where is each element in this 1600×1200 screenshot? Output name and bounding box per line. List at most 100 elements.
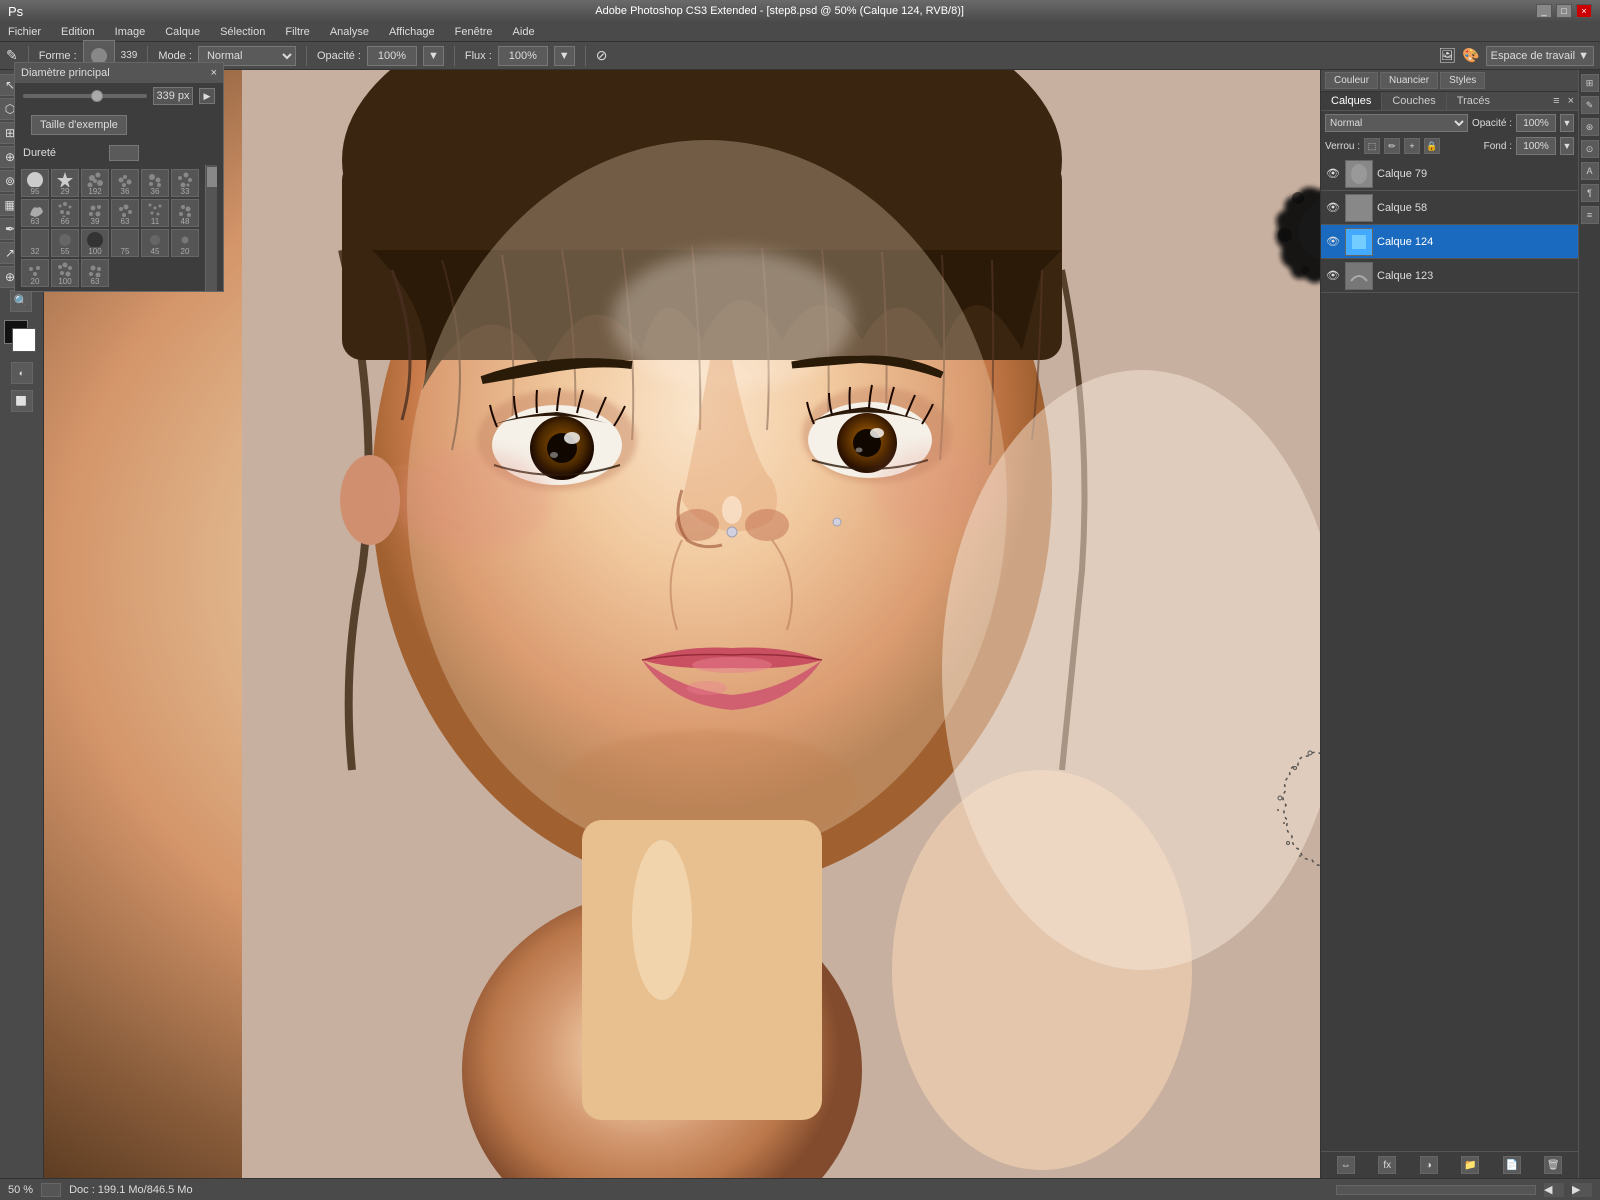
brush-scroll[interactable] xyxy=(205,165,217,291)
right-tool-4[interactable]: ⊙ xyxy=(1581,140,1599,158)
menu-aide[interactable]: Aide xyxy=(509,24,539,40)
brush-item-1[interactable]: 29 xyxy=(51,169,79,197)
brush-item-20[interactable]: 63 xyxy=(81,259,109,287)
right-tool-6[interactable]: ¶ xyxy=(1581,184,1599,202)
tab-calques[interactable]: Calques xyxy=(1321,92,1382,110)
opacite-input[interactable] xyxy=(367,46,417,66)
brush-item-7[interactable]: 66 xyxy=(51,199,79,227)
flux-input[interactable] xyxy=(498,46,548,66)
fond-input[interactable] xyxy=(1516,137,1556,155)
tab-couches[interactable]: Couches xyxy=(1382,92,1446,110)
lock-position-btn[interactable]: + xyxy=(1404,138,1420,154)
workspace-btn[interactable]: Espace de travail ▼ xyxy=(1486,46,1594,66)
brush-item-3[interactable]: 36 xyxy=(111,169,139,197)
screen-mode-btn[interactable]: ⬜ xyxy=(11,390,33,412)
layer-row-79[interactable]: 👁 Calque 79 xyxy=(1321,157,1578,191)
couleur-tab[interactable]: Couleur xyxy=(1325,72,1378,89)
opacity-arrow[interactable]: ▼ xyxy=(1560,114,1574,132)
tab-traces[interactable]: Tracés xyxy=(1447,92,1500,110)
maximize-button[interactable]: □ xyxy=(1556,4,1572,18)
brush-grid-container: 95 29 192 36 36 33 xyxy=(15,165,223,291)
right-tool-7[interactable]: ≡ xyxy=(1581,206,1599,224)
brush-item-13[interactable]: 55 xyxy=(51,229,79,257)
scroll-thumb[interactable] xyxy=(207,167,217,187)
zoom-flyout-btn[interactable] xyxy=(41,1183,61,1197)
nav-prev-btn[interactable]: ◀ xyxy=(1544,1183,1564,1197)
layers-opacity-input[interactable] xyxy=(1516,114,1556,132)
menu-fenetre[interactable]: Fenêtre xyxy=(451,24,497,40)
durete-color-swatch xyxy=(109,145,139,161)
zoom-tool[interactable]: 🔍 xyxy=(10,290,32,312)
right-tool-1[interactable]: ⊞ xyxy=(1581,74,1599,92)
menu-filtre[interactable]: Filtre xyxy=(281,24,313,40)
brush-item-6[interactable]: 63 xyxy=(21,199,49,227)
brush-item-10[interactable]: 11 xyxy=(141,199,169,227)
brush-item-19[interactable]: 100 xyxy=(51,259,79,287)
layer-name-58: Calque 58 xyxy=(1377,202,1574,214)
brush-item-14[interactable]: 100 xyxy=(81,229,109,257)
minimize-button[interactable]: _ xyxy=(1536,4,1552,18)
brush-panel-close[interactable]: × xyxy=(211,67,217,79)
layers-footer: ⇔ fx ◑ 📁 📄 🗑 xyxy=(1321,1151,1578,1178)
brush-size-thumb[interactable] xyxy=(91,90,103,102)
layers-panel-menu-btn[interactable]: ≡ xyxy=(1549,92,1563,110)
layers-blend-row: Normal Opacité : ▼ xyxy=(1321,111,1578,135)
link-layers-btn[interactable]: ⇔ xyxy=(1337,1156,1355,1174)
right-tool-2[interactable]: ✎ xyxy=(1581,96,1599,114)
layer-fx-btn[interactable]: fx xyxy=(1378,1156,1396,1174)
brush-item-16[interactable]: 45 xyxy=(141,229,169,257)
new-group-btn[interactable]: 📁 xyxy=(1461,1156,1479,1174)
new-layer-btn[interactable]: 📄 xyxy=(1503,1156,1521,1174)
eye-icon-58[interactable]: 👁 xyxy=(1325,200,1341,216)
brush-size-control[interactable]: 339 xyxy=(121,50,138,61)
nuancier-tab[interactable]: Nuancier xyxy=(1380,72,1438,89)
brush-item-0[interactable]: 95 xyxy=(21,169,49,197)
layer-row-58[interactable]: 👁 Calque 58 xyxy=(1321,191,1578,225)
layers-blend-mode[interactable]: Normal xyxy=(1325,114,1468,132)
eye-icon-79[interactable]: 👁 xyxy=(1325,166,1341,182)
sample-size-btn[interactable]: Taille d'exemple xyxy=(31,115,127,135)
delete-layer-btn[interactable]: 🗑 xyxy=(1544,1156,1562,1174)
right-tool-5[interactable]: A xyxy=(1581,162,1599,180)
nav-next-btn[interactable]: ▶ xyxy=(1572,1183,1592,1197)
forme-label: Forme : xyxy=(39,50,77,62)
layer-row-123[interactable]: 👁 Calque 123 xyxy=(1321,259,1578,293)
add-mask-btn[interactable]: ◑ xyxy=(1420,1156,1438,1174)
brush-item-8[interactable]: 39 xyxy=(81,199,109,227)
brush-size-arrow-btn[interactable]: ▶ xyxy=(199,88,215,104)
menu-fichier[interactable]: Fichier xyxy=(4,24,45,40)
durete-row: Dureté xyxy=(15,141,223,165)
brush-grid: 95 29 192 36 36 33 xyxy=(15,165,205,291)
right-tool-3[interactable]: ⊛ xyxy=(1581,118,1599,136)
brush-item-12[interactable]: 32 xyxy=(21,229,49,257)
eye-icon-123[interactable]: 👁 xyxy=(1325,268,1341,284)
eye-icon-124[interactable]: 👁 xyxy=(1325,234,1341,250)
close-button[interactable]: × xyxy=(1576,4,1592,18)
lock-all-btn[interactable]: 🔒 xyxy=(1424,138,1440,154)
menu-edition[interactable]: Edition xyxy=(57,24,99,40)
menu-selection[interactable]: Sélection xyxy=(216,24,269,40)
styles-tab[interactable]: Styles xyxy=(1440,72,1485,89)
fond-arrow[interactable]: ▼ xyxy=(1560,137,1574,155)
menu-analyse[interactable]: Analyse xyxy=(326,24,373,40)
brush-size-slider[interactable] xyxy=(23,94,147,98)
layers-panel-close-btn[interactable]: × xyxy=(1564,92,1578,110)
opacite-arrow[interactable]: ▼ xyxy=(423,46,444,66)
menu-image[interactable]: Image xyxy=(111,24,150,40)
brush-item-18[interactable]: 20 xyxy=(21,259,49,287)
color-selector[interactable] xyxy=(4,320,40,356)
layer-row-124[interactable]: 👁 Calque 124 xyxy=(1321,225,1578,259)
menu-calque[interactable]: Calque xyxy=(161,24,204,40)
brush-item-4[interactable]: 36 xyxy=(141,169,169,197)
brush-item-11[interactable]: 48 xyxy=(171,199,199,227)
menu-affichage[interactable]: Affichage xyxy=(385,24,439,40)
lock-transparent-btn[interactable]: ⬚ xyxy=(1364,138,1380,154)
brush-item-9[interactable]: 63 xyxy=(111,199,139,227)
quick-mask-btn[interactable]: ◐ xyxy=(11,362,33,384)
brush-item-17[interactable]: 20 xyxy=(171,229,199,257)
lock-pixels-btn[interactable]: ✏ xyxy=(1384,138,1400,154)
brush-item-5[interactable]: 33 xyxy=(171,169,199,197)
brush-item-2[interactable]: 192 xyxy=(81,169,109,197)
brush-item-15[interactable]: 75 xyxy=(111,229,139,257)
flux-arrow[interactable]: ▼ xyxy=(554,46,575,66)
